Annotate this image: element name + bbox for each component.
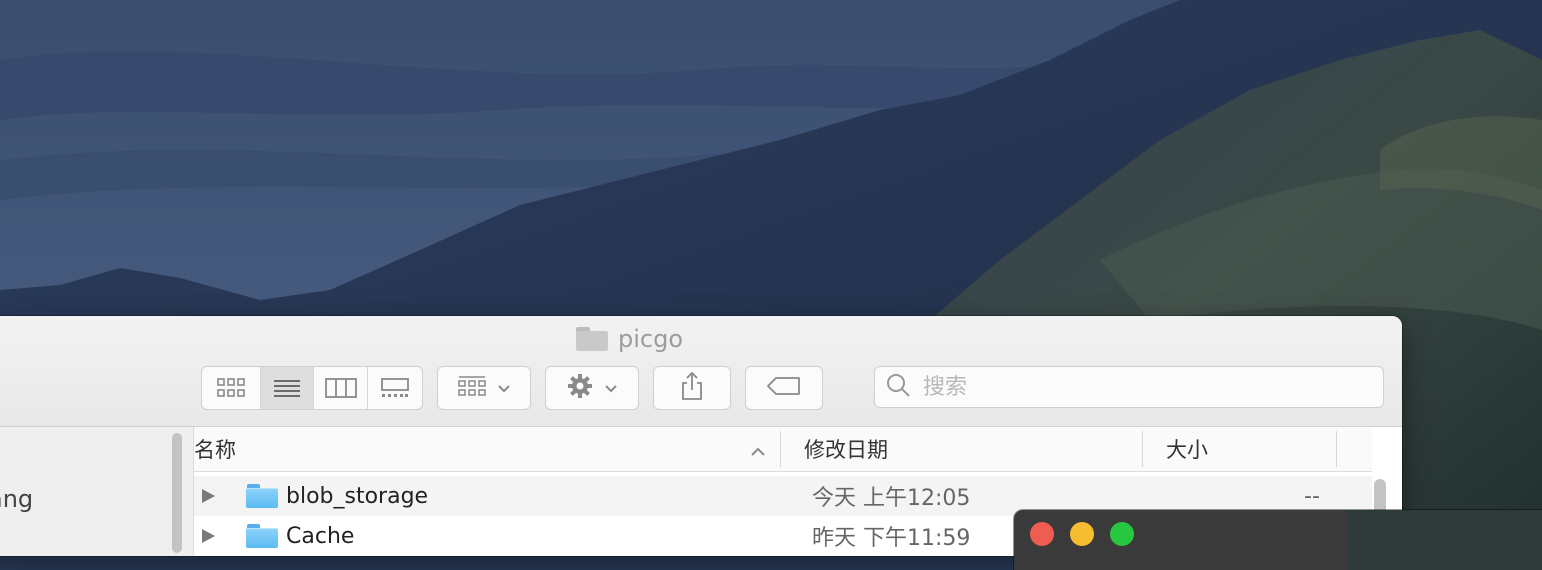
gallery-view-icon[interactable] [368, 367, 422, 409]
sidebar: ang [0, 427, 194, 556]
file-date: 昨天 下午11:59 [812, 526, 971, 551]
search-field[interactable] [874, 366, 1384, 408]
column-divider[interactable] [1336, 431, 1337, 467]
window-toolbar: picgo [0, 316, 1402, 427]
sort-ascending-icon [750, 442, 766, 461]
list-header: 名称 修改日期 大小 [194, 427, 1372, 472]
background-window[interactable] [1014, 510, 1542, 570]
view-mode-control[interactable] [201, 366, 423, 410]
file-name: blob_storage [286, 483, 429, 509]
column-header-size[interactable]: 大小 [1166, 427, 1208, 471]
folder-icon [246, 484, 278, 508]
column-divider[interactable] [1142, 431, 1143, 467]
chevron-down-icon [497, 379, 511, 398]
column-view-icon[interactable] [314, 367, 369, 409]
minimize-icon[interactable] [1070, 522, 1094, 546]
sidebar-scrollbar[interactable] [172, 433, 182, 553]
file-name: Cache [286, 523, 355, 549]
icon-view-icon[interactable] [202, 367, 261, 409]
share-button[interactable] [653, 366, 731, 410]
search-icon [885, 372, 911, 402]
column-header-size-label: 大小 [1166, 438, 1208, 462]
list-view-icon[interactable] [260, 367, 315, 409]
column-header-modified-label: 修改日期 [804, 438, 888, 462]
disclosure-triangle-icon[interactable] [202, 489, 215, 503]
file-date: 今天 上午12:05 [812, 486, 971, 511]
zoom-icon[interactable] [1110, 522, 1134, 546]
column-header-name-label: 名称 [194, 438, 236, 462]
group-icon [457, 375, 487, 401]
group-by-button[interactable] [437, 366, 531, 410]
column-header-name[interactable]: 名称 [194, 427, 236, 471]
share-icon [679, 371, 705, 405]
column-divider[interactable] [780, 431, 781, 467]
sidebar-item-label[interactable]: ang [0, 485, 33, 513]
gear-icon [566, 372, 594, 404]
edit-tags-button[interactable] [745, 366, 823, 410]
file-size: -- [1304, 483, 1320, 509]
disclosure-triangle-icon[interactable] [202, 529, 215, 543]
column-header-modified[interactable]: 修改日期 [804, 427, 888, 471]
action-menu-button[interactable] [545, 366, 639, 410]
window-title-label: picgo [618, 325, 684, 353]
tag-icon [766, 376, 802, 400]
window-title: picgo [576, 324, 683, 354]
chevron-down-icon [604, 379, 618, 398]
folder-icon [246, 524, 278, 548]
folder-icon [576, 327, 608, 351]
window-pane [1348, 510, 1542, 570]
close-icon[interactable] [1030, 522, 1054, 546]
search-input[interactable] [921, 373, 1365, 401]
